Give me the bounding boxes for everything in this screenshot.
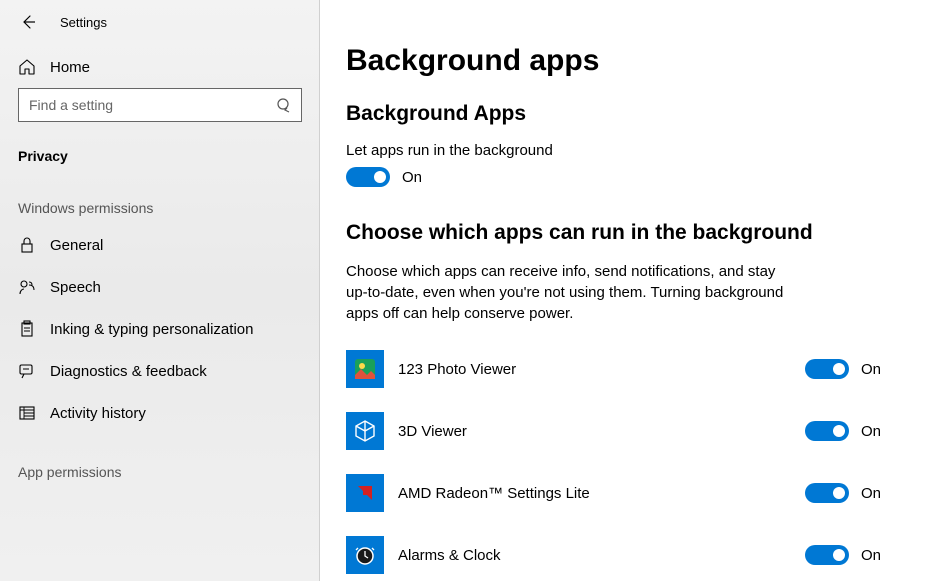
nav-label: Speech bbox=[50, 279, 101, 296]
group-windows-permissions: Windows permissions bbox=[0, 170, 320, 224]
search-box[interactable] bbox=[18, 88, 302, 122]
back-button[interactable] bbox=[18, 12, 38, 32]
app-row-3d-viewer: 3D Viewer On bbox=[346, 412, 895, 450]
sidebar: Settings Home Privacy Windows permission… bbox=[0, 0, 320, 581]
back-icon bbox=[20, 14, 36, 30]
master-toggle-state: On bbox=[402, 169, 422, 186]
choose-heading: Choose which apps can run in the backgro… bbox=[346, 221, 895, 245]
search-icon bbox=[276, 97, 292, 113]
home-icon bbox=[18, 58, 36, 76]
app-name: 123 Photo Viewer bbox=[398, 361, 805, 378]
choose-info: Choose which apps can receive info, send… bbox=[346, 261, 786, 324]
amd-icon bbox=[353, 481, 377, 505]
sidebar-item-inking[interactable]: Inking & typing personalization bbox=[0, 308, 320, 350]
speech-icon bbox=[18, 278, 36, 296]
sidebar-item-speech[interactable]: Speech bbox=[0, 266, 320, 308]
window-title: Settings bbox=[60, 15, 107, 30]
app-row-amd: AMD Radeon™ Settings Lite On bbox=[346, 474, 895, 512]
app-icon-alarms bbox=[346, 536, 384, 574]
clipboard-icon bbox=[18, 320, 36, 338]
app-icon-photo-viewer bbox=[346, 350, 384, 388]
app-name: Alarms & Clock bbox=[398, 547, 805, 564]
group-app-permissions: App permissions bbox=[0, 434, 320, 488]
history-icon bbox=[18, 404, 36, 422]
app-toggle-state: On bbox=[861, 485, 881, 502]
app-row-alarms: Alarms & Clock On bbox=[346, 536, 895, 574]
sidebar-item-general[interactable]: General bbox=[0, 224, 320, 266]
app-name: 3D Viewer bbox=[398, 423, 805, 440]
app-toggle-3d-viewer[interactable] bbox=[805, 421, 849, 441]
sidebar-home[interactable]: Home bbox=[0, 46, 320, 88]
search-input[interactable] bbox=[18, 88, 302, 122]
app-toggle-state: On bbox=[861, 423, 881, 440]
main-content: Background apps Background Apps Let apps… bbox=[320, 0, 925, 581]
nav-label: General bbox=[50, 237, 103, 254]
app-icon-amd bbox=[346, 474, 384, 512]
master-desc: Let apps run in the background bbox=[346, 142, 895, 159]
master-heading: Background Apps bbox=[346, 102, 895, 126]
photo-icon bbox=[353, 357, 377, 381]
app-toggle-state: On bbox=[861, 361, 881, 378]
lock-icon bbox=[18, 236, 36, 254]
app-toggle-photo-viewer[interactable] bbox=[805, 359, 849, 379]
master-toggle[interactable] bbox=[346, 167, 390, 187]
clock-icon bbox=[353, 543, 377, 567]
master-toggle-row: On bbox=[346, 167, 895, 187]
sidebar-item-diagnostics[interactable]: Diagnostics & feedback bbox=[0, 350, 320, 392]
feedback-icon bbox=[18, 362, 36, 380]
sidebar-item-activity[interactable]: Activity history bbox=[0, 392, 320, 434]
nav-label: Inking & typing personalization bbox=[50, 321, 253, 338]
page-title: Background apps bbox=[346, 44, 895, 78]
titlebar: Settings bbox=[0, 12, 320, 46]
nav-label: Activity history bbox=[50, 405, 146, 422]
app-icon-3d-viewer bbox=[346, 412, 384, 450]
cube-icon bbox=[353, 419, 377, 443]
section-title: Privacy bbox=[0, 132, 320, 170]
home-label: Home bbox=[50, 59, 90, 76]
app-toggle-state: On bbox=[861, 547, 881, 564]
app-toggle-amd[interactable] bbox=[805, 483, 849, 503]
app-toggle-alarms[interactable] bbox=[805, 545, 849, 565]
nav-label: Diagnostics & feedback bbox=[50, 363, 207, 380]
app-row-photo-viewer: 123 Photo Viewer On bbox=[346, 350, 895, 388]
app-name: AMD Radeon™ Settings Lite bbox=[398, 485, 805, 502]
